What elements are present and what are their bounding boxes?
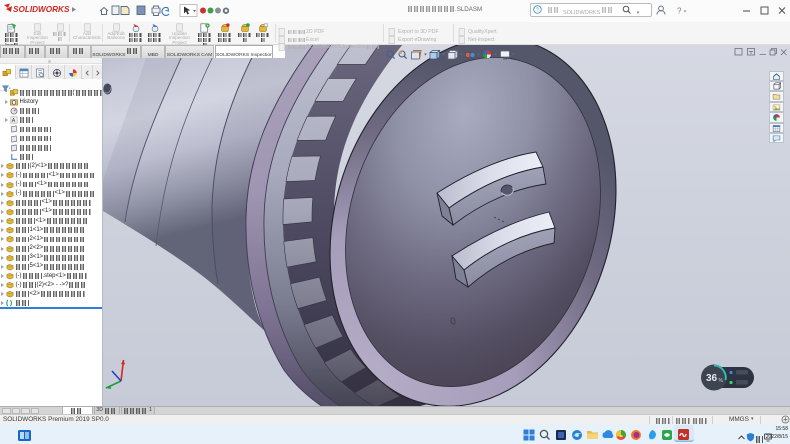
svg-text:?: ? bbox=[677, 7, 682, 16]
svg-text:36: 36 bbox=[706, 373, 718, 384]
svg-text:%: % bbox=[719, 378, 724, 384]
svg-text:SOLIDWORKS: SOLIDWORKS bbox=[13, 5, 70, 14]
svg-text:A: A bbox=[12, 119, 16, 125]
svg-text:?: ? bbox=[536, 8, 539, 14]
